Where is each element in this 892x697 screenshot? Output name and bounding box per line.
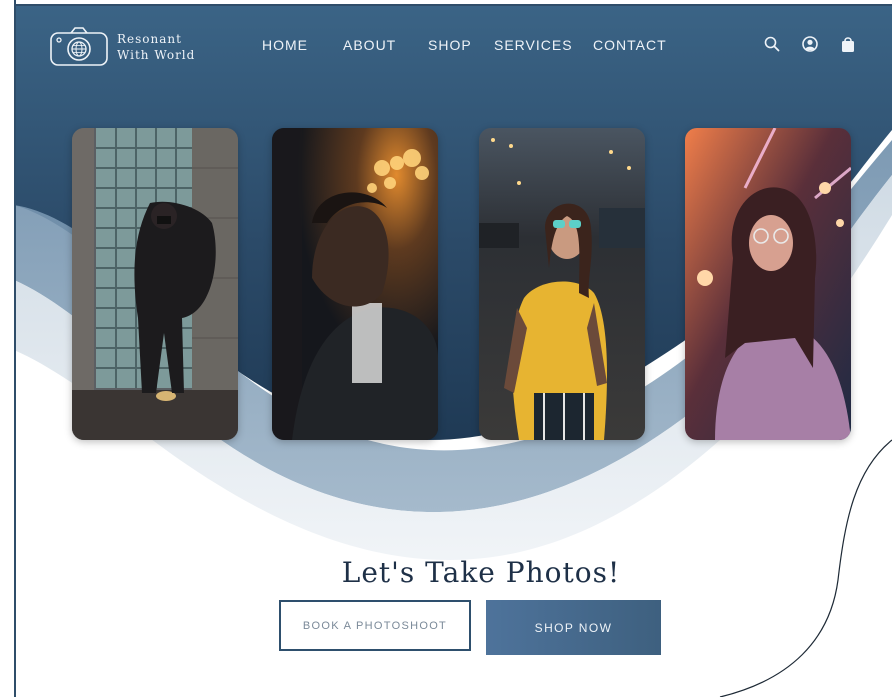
brand-line-1: Resonant — [117, 32, 182, 46]
photo-woman-neon-lights — [685, 128, 851, 440]
photo-card-4[interactable] — [685, 128, 851, 440]
account-icon[interactable] — [802, 35, 818, 53]
shop-now-button[interactable]: SHOP NOW — [486, 600, 661, 655]
hero-headline: Let's Take Photos! — [341, 556, 621, 589]
photo-woman-yellow-shirt — [479, 128, 645, 440]
photo-woman-black-coat — [72, 128, 238, 440]
book-photoshoot-button[interactable]: BOOK A PHOTOSHOOT — [279, 600, 471, 651]
nav-home[interactable]: HOME — [262, 37, 343, 53]
photo-card-2[interactable] — [272, 128, 438, 440]
nav-shop[interactable]: SHOP — [428, 37, 494, 53]
brand-name: Resonant With World — [117, 31, 195, 63]
nav-services[interactable]: SERVICES — [494, 37, 593, 53]
brand-line-2: With World — [117, 48, 196, 62]
header-actions — [764, 35, 878, 53]
photo-card-1[interactable] — [72, 128, 238, 440]
brand-logo[interactable]: Resonant With World — [49, 25, 209, 69]
search-icon[interactable] — [764, 35, 780, 53]
nav-about[interactable]: ABOUT — [343, 37, 428, 53]
page: Resonant With World HOME ABOUT SHOP SERV… — [0, 0, 892, 697]
main-menu: HOME ABOUT SHOP SERVICES CONTACT — [262, 37, 673, 53]
photo-card-3[interactable] — [479, 128, 645, 440]
frame-edge-left — [14, 0, 16, 697]
camera-globe-icon — [49, 25, 109, 69]
header-nav: Resonant With World HOME ABOUT SHOP SERV… — [0, 0, 892, 90]
nav-contact[interactable]: CONTACT — [593, 37, 673, 53]
photo-man-bokeh — [272, 128, 438, 440]
shopping-bag-icon[interactable] — [840, 35, 856, 53]
